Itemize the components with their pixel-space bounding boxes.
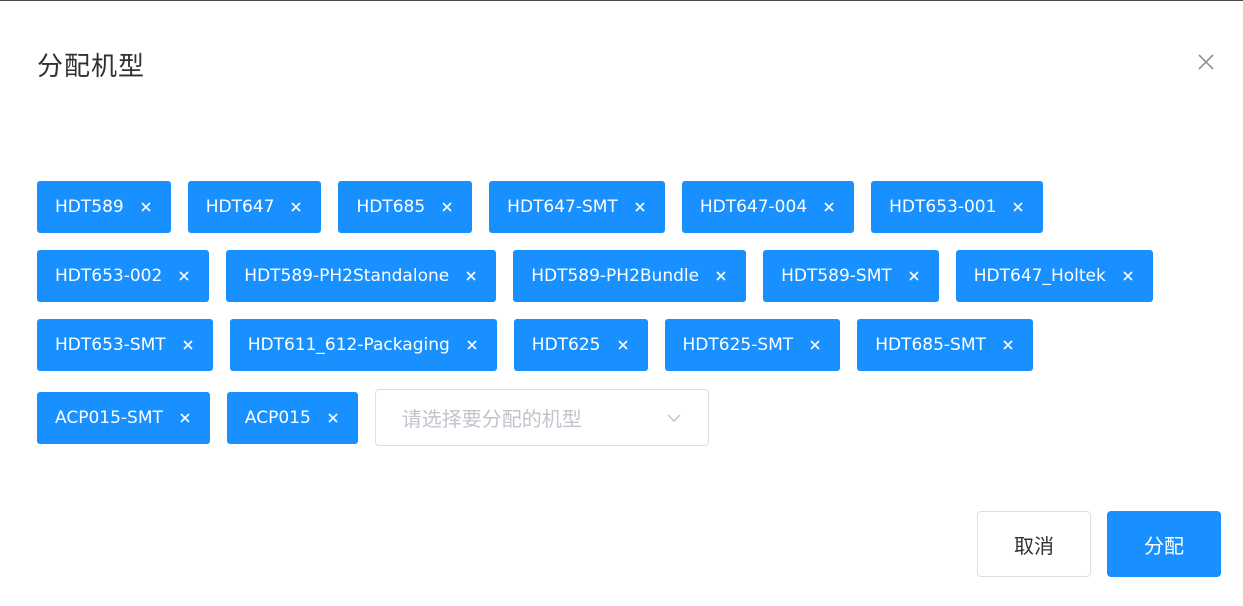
select-placeholder: 请选择要分配的机型 bbox=[401, 407, 582, 431]
tag-close-icon[interactable] bbox=[178, 411, 192, 425]
tag-close-icon[interactable] bbox=[1011, 200, 1025, 214]
model-tag: HDT625-SMT bbox=[664, 319, 841, 371]
tag-close-icon[interactable] bbox=[907, 269, 921, 283]
tag-close-icon[interactable] bbox=[808, 338, 822, 352]
cancel-button[interactable]: 取消 bbox=[977, 511, 1091, 577]
assign-button[interactable]: 分配 bbox=[1107, 511, 1221, 577]
tag-close-icon[interactable] bbox=[616, 338, 630, 352]
model-tag-label: HDT589-PH2Standalone bbox=[244, 266, 450, 286]
model-tag-label: HDT611_612-Packaging bbox=[247, 335, 450, 355]
model-tag-label: HDT647 bbox=[205, 197, 275, 217]
model-tag-label: HDT653-001 bbox=[889, 197, 997, 217]
model-tag-label: HDT625 bbox=[531, 335, 601, 355]
model-tag: HDT589-PH2Bundle bbox=[513, 250, 747, 302]
model-tag: HDT611_612-Packaging bbox=[229, 319, 497, 371]
model-tag: HDT647-SMT bbox=[489, 181, 665, 233]
model-tag: HDT647_Holtek bbox=[955, 250, 1153, 302]
model-tag-label: HDT589-PH2Bundle bbox=[531, 266, 700, 286]
model-tag-label: HDT685-SMT bbox=[875, 335, 986, 355]
assign-model-dialog: 分配机型 HDT589 HDT647 HDT685 HDT647-SMT HDT647-… bbox=[0, 0, 1243, 606]
tag-row: HDT589 HDT647 HDT685 HDT647-SMT HDT647-004 HD… bbox=[37, 181, 1044, 233]
close-icon[interactable] bbox=[1195, 51, 1217, 73]
tag-row: ACP015-SMT ACP015 请选择要分配的机型 bbox=[37, 389, 709, 446]
tag-close-icon[interactable] bbox=[822, 200, 836, 214]
model-tag-label: HDT685 bbox=[356, 197, 426, 217]
tag-close-icon[interactable] bbox=[465, 338, 479, 352]
tag-close-icon[interactable] bbox=[464, 269, 478, 283]
model-tag-label: HDT589 bbox=[55, 197, 124, 217]
model-tag: HDT589 bbox=[37, 181, 171, 233]
tag-close-icon[interactable] bbox=[440, 200, 454, 214]
tag-close-icon[interactable] bbox=[289, 200, 303, 214]
tag-close-icon[interactable] bbox=[177, 269, 191, 283]
model-tag-label: HDT647-SMT bbox=[507, 197, 618, 217]
model-tag-label: HDT653-002 bbox=[55, 266, 163, 286]
model-tag: HDT647 bbox=[187, 181, 322, 233]
model-tag: HDT647-004 bbox=[681, 181, 855, 233]
model-tag: HDT653-001 bbox=[871, 181, 1044, 233]
model-tag: ACP015-SMT bbox=[37, 392, 210, 444]
model-tag: HDT625 bbox=[513, 319, 648, 371]
model-tag-label: ACP015 bbox=[244, 408, 311, 428]
model-tag: HDT653-002 bbox=[37, 250, 210, 302]
tag-close-icon[interactable] bbox=[633, 200, 647, 214]
tag-close-icon[interactable] bbox=[714, 269, 728, 283]
model-tag: HDT589-SMT bbox=[763, 250, 939, 302]
model-tag-label: ACP015-SMT bbox=[55, 408, 163, 428]
model-tag-label: HDT589-SMT bbox=[781, 266, 892, 286]
model-tag: HDT589-PH2Standalone bbox=[226, 250, 497, 302]
dialog-title: 分配机型 bbox=[37, 52, 146, 82]
chevron-down-icon[interactable] bbox=[666, 413, 682, 423]
tag-row: HDT653-002 HDT589-PH2Standalone HDT589-PH2… bbox=[37, 250, 1153, 302]
tag-row: HDT653-SMT HDT611_612-Packaging HDT625 HDT6… bbox=[37, 319, 1033, 371]
tag-close-icon[interactable] bbox=[1121, 269, 1135, 283]
tag-close-icon[interactable] bbox=[181, 338, 195, 352]
model-tag: HDT685 bbox=[338, 181, 473, 233]
tag-close-icon[interactable] bbox=[139, 200, 153, 214]
model-tag: HDT653-SMT bbox=[37, 319, 213, 371]
tag-close-icon[interactable] bbox=[326, 411, 340, 425]
model-tag-label: HDT625-SMT bbox=[682, 335, 794, 355]
tag-close-icon[interactable] bbox=[1001, 338, 1015, 352]
model-tag: HDT685-SMT bbox=[857, 319, 1033, 371]
model-tag: ACP015 bbox=[226, 392, 358, 444]
model-select[interactable]: 请选择要分配的机型 bbox=[374, 389, 709, 446]
model-tag-label: HDT653-SMT bbox=[55, 335, 166, 355]
model-tag-label: HDT647_Holtek bbox=[973, 266, 1106, 286]
model-tag-label: HDT647-004 bbox=[699, 197, 808, 217]
